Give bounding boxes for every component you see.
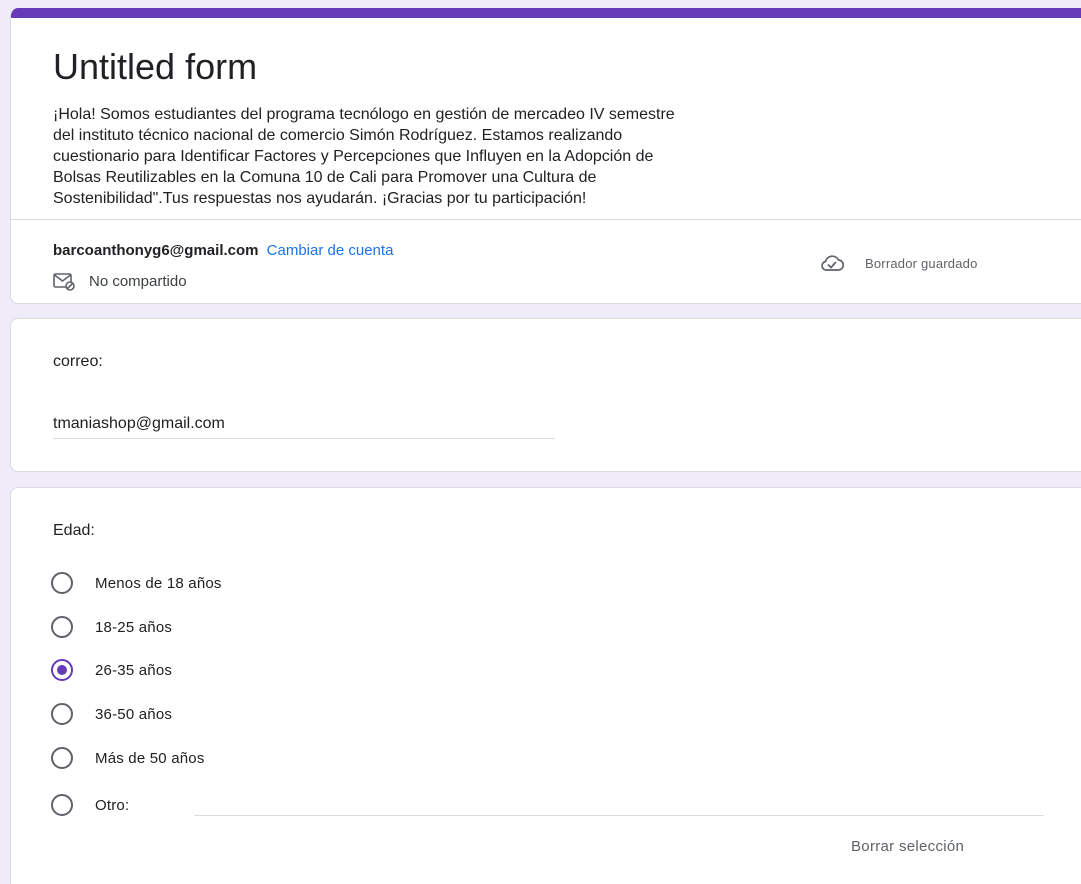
option-label: Otro:: [95, 796, 130, 814]
option-label: 18-25 años: [95, 618, 173, 636]
form-title: Untitled form: [53, 46, 258, 87]
other-text-input[interactable]: [194, 815, 1044, 816]
account-email: barcoanthonyg6@gmail.com: [53, 242, 259, 259]
option-label: 36-50 años: [95, 705, 173, 723]
question-card-age: Edad: Menos de 18 años 18-25 años 26-35 …: [10, 487, 1081, 884]
draft-saved-label: Borrador guardado: [865, 255, 978, 271]
radio-option-26-35[interactable]: 26-35 años: [51, 655, 172, 685]
not-shared-indicator: No compartido: [53, 271, 187, 291]
option-label: 26-35 años: [95, 661, 173, 679]
form-header-card: Untitled form ¡Hola! Somos estudiantes d…: [10, 8, 1081, 304]
form-description: ¡Hola! Somos estudiantes del programa te…: [53, 106, 675, 207]
radio-button[interactable]: [51, 794, 73, 816]
question-title: correo:: [53, 353, 103, 370]
radio-option-36-50[interactable]: 36-50 años: [51, 699, 172, 729]
radio-button[interactable]: [51, 703, 73, 725]
question-title: Edad:: [53, 522, 95, 539]
radio-option-under-18[interactable]: Menos de 18 años: [51, 568, 222, 598]
radio-option-18-25[interactable]: 18-25 años: [51, 612, 172, 642]
account-info: barcoanthonyg6@gmail.com Cambiar de cuen…: [53, 241, 393, 261]
not-shared-label: No compartido: [89, 272, 187, 290]
draft-saved-status: Borrador guardado: [819, 252, 978, 274]
radio-button-selected[interactable]: [51, 659, 73, 681]
radio-button[interactable]: [51, 747, 73, 769]
switch-account-link[interactable]: Cambiar de cuenta: [267, 242, 394, 259]
clear-selection-button[interactable]: Borrar selección: [851, 838, 964, 855]
radio-button[interactable]: [51, 616, 73, 638]
mail-not-shared-icon: [53, 273, 75, 291]
form-page: Untitled form ¡Hola! Somos estudiantes d…: [0, 0, 1081, 884]
question-card-email: correo:: [10, 318, 1081, 472]
header-divider: [11, 219, 1081, 220]
radio-option-other[interactable]: Otro:: [51, 790, 129, 820]
email-answer-input[interactable]: [53, 409, 555, 439]
header-accent-bar: [11, 8, 1081, 18]
option-label: Menos de 18 años: [95, 574, 222, 592]
radio-option-over-50[interactable]: Más de 50 años: [51, 743, 205, 773]
radio-button[interactable]: [51, 572, 73, 594]
option-label: Más de 50 años: [95, 749, 205, 767]
cloud-done-icon: [821, 255, 845, 271]
